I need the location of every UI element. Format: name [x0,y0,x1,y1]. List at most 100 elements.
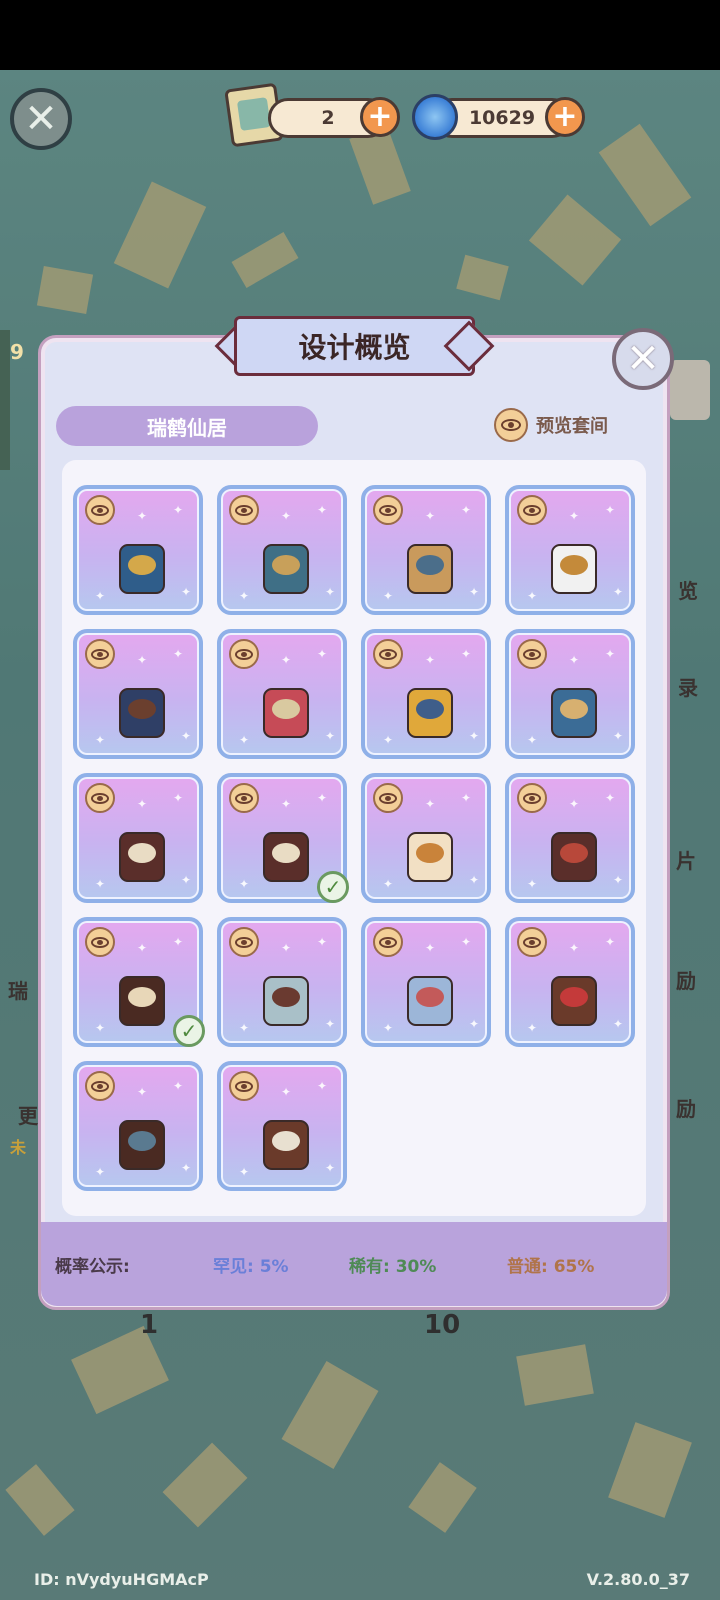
eye-icon[interactable] [517,927,547,957]
sparkle-icon: ✦ [425,797,436,811]
owned-check-icon: ✓ [173,1015,205,1047]
sparkle-icon: ✦ [569,509,580,523]
swirl-currency-icon [412,94,458,140]
wave-rug-icon [551,688,597,738]
sparkle-icon: ✦ [605,935,616,949]
preview-room-button[interactable]: 预览套间 [494,405,608,445]
eye-icon[interactable] [85,639,115,669]
sparkle-icon: ✦ [425,653,436,667]
eye-icon[interactable] [229,1071,259,1101]
bg-fragment-text: 瑞 [8,979,28,1003]
eye-icon[interactable] [517,495,547,525]
bg-fragment-text: 更 [18,1104,38,1128]
eye-icon[interactable] [229,639,259,669]
sparkle-icon: ✦ [281,509,292,523]
sparkle-icon: ✦ [281,941,292,955]
sparkle-icon: ✦ [173,935,184,949]
eye-icon[interactable] [373,783,403,813]
eye-icon[interactable] [85,495,115,525]
probability-label: 概率公示: [55,1256,130,1277]
sparkle-icon: ✦ [605,647,616,661]
sparkle-icon: ✦ [461,503,472,517]
panel-close-button[interactable]: ✕ [612,328,674,390]
hanging-curtain-icon [407,976,453,1026]
eye-icon[interactable] [373,495,403,525]
add-currency-button[interactable]: + [545,97,585,137]
item-card-long-table[interactable]: ✦ ✦ ✦ ✦ [73,1061,203,1191]
long-table-icon [119,1120,165,1170]
item-card-golden-bowl[interactable]: ✦ ✦ ✦ ✦ [361,629,491,759]
sparkle-icon: ✦ [613,1017,624,1031]
eye-icon[interactable] [229,927,259,957]
eye-icon[interactable] [517,639,547,669]
sparkle-icon: ✦ [605,791,616,805]
sparkle-icon: ✦ [317,1079,328,1093]
sparkle-icon: ✦ [569,941,580,955]
sparkle-icon: ✦ [137,653,148,667]
sparkle-icon: ✦ [613,873,624,887]
sparkle-icon: ✦ [469,585,480,599]
eye-icon[interactable] [373,927,403,957]
plum-blossom-vase-icon [263,688,309,738]
sparkle-icon: ✦ [613,585,624,599]
bg-fragment-text: 9 [10,340,24,364]
item-card-pipa[interactable]: ✦ ✦ ✦ ✦ [361,485,491,615]
item-card-crane-statue[interactable]: ✦ ✦ ✦ ✦ [505,485,635,615]
eye-icon[interactable] [85,1071,115,1101]
sparkle-icon: ✦ [137,509,148,523]
ticket-count: 2 [321,107,335,129]
sparkle-icon: ✦ [181,873,192,887]
panel-title: 设计概览 [234,316,475,376]
item-card-canopy-bed[interactable]: ✦ ✦ ✦ ✦ [505,917,635,1047]
item-card-guqin[interactable]: ✦ ✦ ✦ ✦ [217,485,347,615]
eye-icon[interactable] [85,927,115,957]
bg-fragment-text: 10 [424,1310,461,1340]
eye-icon[interactable] [229,783,259,813]
gourd-vase-icon [407,832,453,882]
sparkle-icon: ✦ [181,729,192,743]
sparkle-icon: ✦ [317,935,328,949]
set-name-label: 瑞鹤仙居 [56,406,318,446]
plus-icon: + [367,99,393,134]
item-card-tall-stand[interactable]: ✦ ✦ ✦ ✦ [73,773,203,903]
owned-check-icon: ✓ [317,871,349,903]
tall-stand-icon [119,832,165,882]
bg-fragment-text: 片 [676,849,696,873]
item-card-curio-shelf[interactable]: ✦ ✦ ✦ ✦ [505,773,635,903]
item-card-lantern-stand[interactable]: ✦ ✦ ✦ ✦ [73,629,203,759]
item-card-lattice-screen[interactable]: ✦ ✦ ✦ ✦ [217,1061,347,1191]
eye-icon[interactable] [517,783,547,813]
sparkle-icon: ✦ [569,797,580,811]
close-button[interactable]: ✕ [10,88,72,150]
eye-icon[interactable] [85,783,115,813]
item-card-incense-burner[interactable]: ✦ ✦ ✦ ✦ [73,485,203,615]
eye-icon[interactable] [373,639,403,669]
currency-amount: 10629 [468,107,536,129]
sparkle-icon: ✦ [317,791,328,805]
sparkle-icon: ✦ [425,509,436,523]
add-tickets-button[interactable]: + [360,97,400,137]
armchair-icon [119,976,165,1026]
probability-epic: 稀有: 30% [349,1256,437,1277]
sparkle-icon: ✦ [137,941,148,955]
curio-shelf-icon [551,832,597,882]
sparkle-icon: ✦ [181,585,192,599]
folding-screen-icon [263,976,309,1026]
item-card-wave-rug[interactable]: ✦ ✦ ✦ ✦ [505,629,635,759]
probability-common: 普通: 65% [507,1256,595,1277]
eye-icon[interactable] [229,495,259,525]
item-card-gourd-vase[interactable]: ✦ ✦ ✦ ✦ [361,773,491,903]
item-card-plum-blossom-vase[interactable]: ✦ ✦ ✦ ✦ [217,629,347,759]
golden-bowl-icon [407,688,453,738]
bg-fragment-text: 览 [678,579,698,603]
sparkle-icon: ✦ [281,797,292,811]
eye-icon [494,408,528,442]
sparkle-icon: ✦ [173,791,184,805]
item-card-hanging-curtain[interactable]: ✦ ✦ ✦ ✦ [361,917,491,1047]
sparkle-icon: ✦ [325,1161,336,1175]
crane-statue-icon [551,544,597,594]
player-id: ID: nVydyuHGMAcP [34,1570,209,1589]
item-card-folding-screen[interactable]: ✦ ✦ ✦ ✦ [217,917,347,1047]
sparkle-icon: ✦ [173,647,184,661]
canopy-bed-icon [551,976,597,1026]
